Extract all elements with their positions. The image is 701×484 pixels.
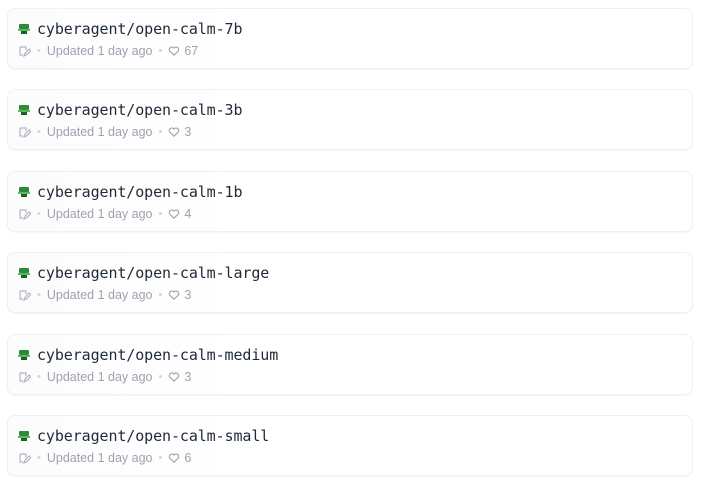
model-title-row: cyberagent/open-calm-1b (18, 183, 243, 201)
model-name[interactable]: cyberagent/open-calm-small (37, 427, 269, 445)
model-card[interactable]: cyberagent/open-calm-small • Updated 1 d… (7, 415, 693, 476)
cyberagent-avatar-icon (18, 430, 30, 442)
model-name[interactable]: cyberagent/open-calm-medium (37, 346, 278, 364)
model-name[interactable]: cyberagent/open-calm-large (37, 264, 269, 282)
meta-separator: • (37, 452, 41, 464)
model-name[interactable]: cyberagent/open-calm-3b (37, 101, 243, 119)
model-card[interactable]: cyberagent/open-calm-medium • Updated 1 … (7, 334, 693, 395)
model-title-row: cyberagent/open-calm-small (18, 427, 269, 445)
text-generation-task-icon (18, 289, 31, 302)
meta-separator: • (37, 45, 41, 57)
meta-separator: • (158, 371, 163, 383)
model-meta-row: • Updated 1 day ago • 67 (18, 43, 198, 59)
text-generation-task-icon (18, 452, 31, 465)
text-generation-task-icon (18, 371, 31, 384)
cyberagent-avatar-icon (18, 186, 30, 198)
updated-time: Updated 1 day ago (46, 44, 153, 58)
updated-time: Updated 1 day ago (46, 370, 153, 384)
model-card[interactable]: cyberagent/open-calm-7b • Updated 1 day … (7, 8, 693, 69)
heart-icon (168, 452, 180, 464)
cyberagent-avatar-icon (18, 349, 30, 361)
meta-separator: • (37, 126, 41, 138)
likes-count: 4 (184, 207, 192, 221)
meta-separator: • (37, 208, 41, 220)
model-title-row: cyberagent/open-calm-medium (18, 346, 278, 364)
heart-icon (168, 371, 180, 383)
model-list: cyberagent/open-calm-7b • Updated 1 day … (0, 0, 701, 484)
text-generation-task-icon (18, 208, 31, 221)
model-meta-row: • Updated 1 day ago • 6 (18, 450, 191, 466)
model-title-row: cyberagent/open-calm-3b (18, 101, 243, 119)
cyberagent-avatar-icon (18, 104, 30, 116)
meta-separator: • (37, 289, 41, 301)
heart-icon (168, 289, 180, 301)
meta-separator: • (158, 452, 163, 464)
model-title-row: cyberagent/open-calm-7b (18, 20, 243, 38)
updated-time: Updated 1 day ago (46, 207, 153, 221)
meta-separator: • (158, 289, 163, 301)
heart-icon (168, 45, 180, 57)
cyberagent-avatar-icon (18, 23, 30, 35)
model-meta-row: • Updated 1 day ago • 3 (18, 124, 191, 140)
meta-separator: • (158, 208, 163, 220)
meta-separator: • (158, 126, 163, 138)
likes-count: 67 (184, 44, 199, 58)
updated-time: Updated 1 day ago (46, 125, 153, 139)
heart-icon (168, 126, 180, 138)
text-generation-task-icon (18, 126, 31, 139)
model-meta-row: • Updated 1 day ago • 3 (18, 287, 191, 303)
model-name[interactable]: cyberagent/open-calm-1b (37, 183, 243, 201)
likes-count: 3 (184, 370, 192, 384)
meta-separator: • (158, 45, 163, 57)
updated-time: Updated 1 day ago (46, 288, 153, 302)
cyberagent-avatar-icon (18, 267, 30, 279)
likes-count: 3 (184, 288, 192, 302)
likes-count: 3 (184, 125, 192, 139)
updated-time: Updated 1 day ago (46, 451, 153, 465)
heart-icon (168, 208, 180, 220)
model-title-row: cyberagent/open-calm-large (18, 264, 269, 282)
model-card[interactable]: cyberagent/open-calm-3b • Updated 1 day … (7, 89, 693, 150)
model-card[interactable]: cyberagent/open-calm-large • Updated 1 d… (7, 252, 693, 313)
model-card[interactable]: cyberagent/open-calm-1b • Updated 1 day … (7, 171, 693, 232)
model-meta-row: • Updated 1 day ago • 4 (18, 206, 191, 222)
meta-separator: • (37, 371, 41, 383)
likes-count: 6 (184, 451, 192, 465)
model-name[interactable]: cyberagent/open-calm-7b (37, 20, 243, 38)
text-generation-task-icon (18, 45, 31, 58)
model-meta-row: • Updated 1 day ago • 3 (18, 369, 191, 385)
